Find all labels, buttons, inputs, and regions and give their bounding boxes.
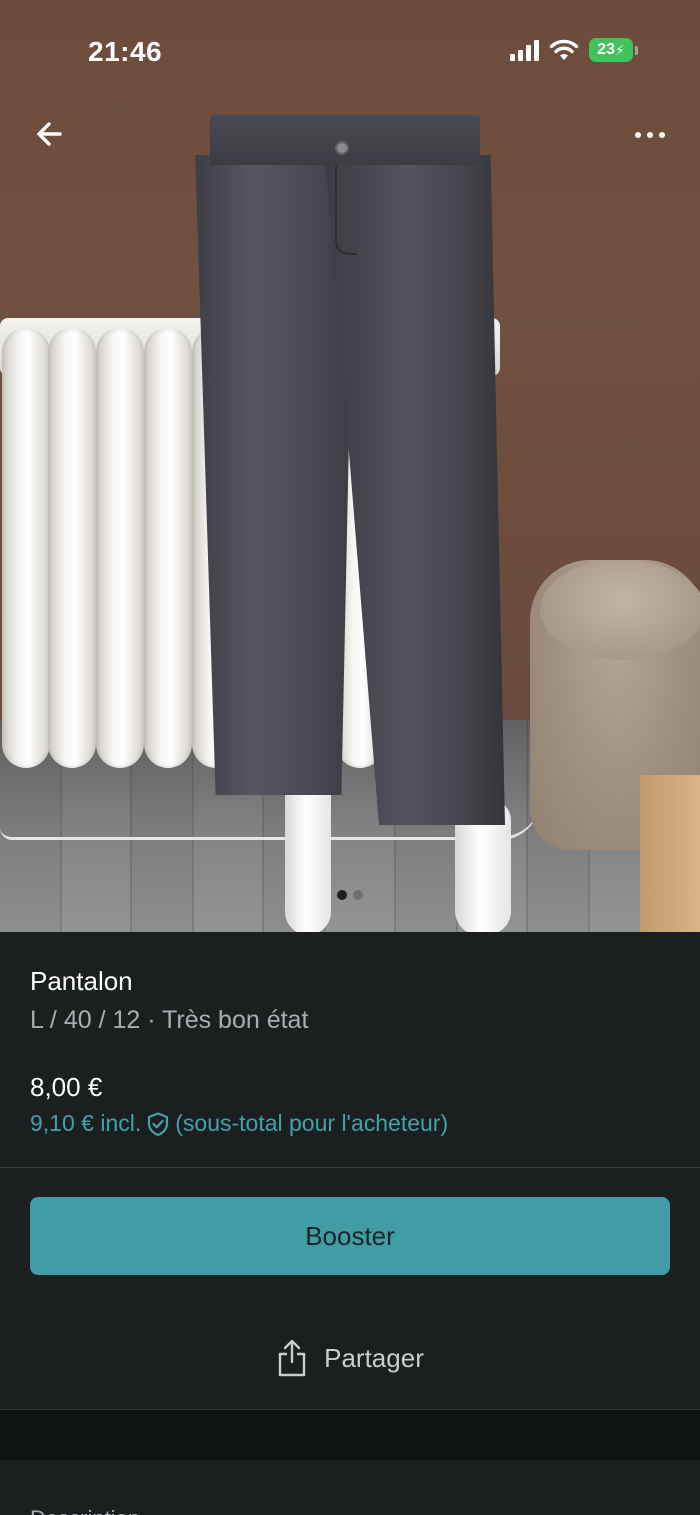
item-details: L / 40 / 12 · Très bon état	[30, 1006, 309, 1034]
item-actions: Booster Partager	[0, 1168, 700, 1410]
buyer-price: 9,10 € incl.	[30, 1110, 142, 1136]
gallery-dot	[353, 890, 363, 900]
wifi-icon	[549, 39, 579, 60]
item-title: Pantalon	[30, 966, 133, 996]
section-divider	[0, 1410, 700, 1460]
shield-check-icon	[148, 1111, 169, 1136]
status-icons: 23 ⚡	[510, 38, 638, 62]
gallery-dot	[337, 890, 347, 900]
pants-image	[185, 115, 505, 825]
arrow-left-icon[interactable]	[28, 112, 72, 156]
share-icon	[278, 1339, 306, 1377]
item-info: Pantalon L / 40 / 12 · Très bon état 8,0…	[0, 932, 700, 1168]
share-button[interactable]: Partager	[0, 1316, 700, 1400]
description-label: Description	[30, 1506, 140, 1515]
buyer-price-note: (sous-total pour l'acheteur)	[175, 1110, 449, 1136]
more-horizontal-icon[interactable]	[628, 118, 672, 152]
buyer-price-link[interactable]: 9,10 € incl. (sous-total pour l'acheteur…	[30, 1110, 448, 1137]
gallery-page-indicator	[0, 890, 700, 900]
share-label: Partager	[324, 1342, 424, 1373]
status-time: 21:46	[88, 36, 163, 67]
product-photo[interactable]: 21:46 23 ⚡	[0, 0, 700, 932]
description-section: Description	[0, 1460, 700, 1515]
booster-button[interactable]: Booster	[30, 1197, 670, 1275]
battery-charging-icon: 23 ⚡	[589, 38, 638, 62]
item-price: 8,00 €	[30, 1072, 103, 1102]
cellular-signal-icon	[510, 39, 539, 61]
